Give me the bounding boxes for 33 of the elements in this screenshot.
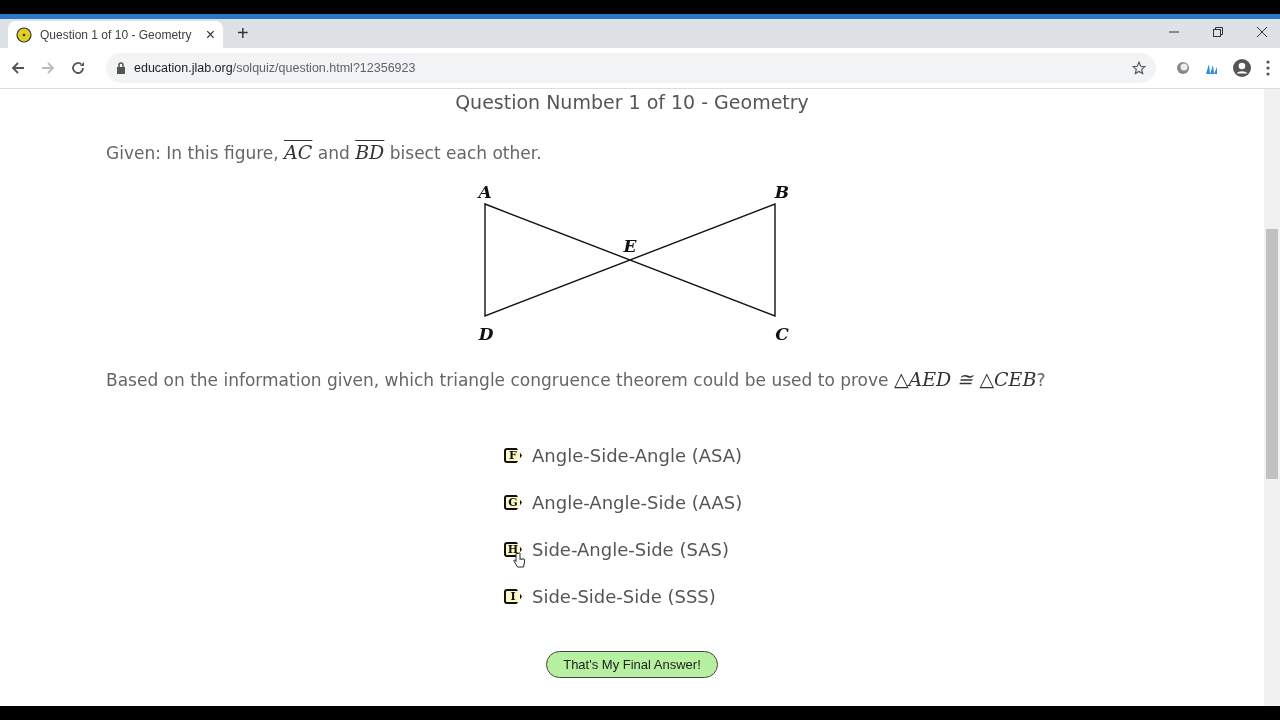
scrollbar-thumb[interactable] xyxy=(1266,229,1278,479)
browser-tab[interactable]: Question 1 of 10 - Geometry × xyxy=(8,21,223,48)
answer-choice[interactable]: Side-Angle-Side (SAS) xyxy=(532,539,729,560)
choice-letter[interactable]: I xyxy=(504,589,522,604)
hand-cursor-icon xyxy=(513,552,525,568)
extension-icon[interactable] xyxy=(1176,61,1190,75)
tab-title: Question 1 of 10 - Geometry xyxy=(40,27,193,42)
answer-choice[interactable]: Side-Side-Side (SSS) xyxy=(532,586,716,607)
question-heading: Question Number 1 of 10 - Geometry xyxy=(455,91,809,113)
profile-icon[interactable] xyxy=(1232,58,1252,78)
restore-icon[interactable] xyxy=(1212,26,1224,38)
point-label: B xyxy=(774,182,790,202)
close-icon[interactable] xyxy=(1256,26,1268,38)
star-icon[interactable] xyxy=(1132,61,1146,75)
answer-choice[interactable]: Angle-Side-Angle (ASA) xyxy=(532,445,743,466)
given-statement: Given: In this figure, AC and BD bisect each other. xyxy=(106,141,542,163)
new-tab-button[interactable]: + xyxy=(237,22,249,45)
point-label: D xyxy=(478,324,494,344)
lock-icon xyxy=(116,62,126,74)
final-answer-button[interactable]: That's My Final Answer! xyxy=(546,651,718,678)
point-label: C xyxy=(775,324,789,344)
back-icon[interactable] xyxy=(10,60,26,76)
favicon-icon xyxy=(16,26,32,43)
address-bar[interactable]: education.jlab.org/solquiz/question.html?12356923 xyxy=(106,53,1156,83)
menu-icon[interactable] xyxy=(1266,60,1270,76)
answer-choice[interactable]: Angle-Angle-Side (AAS) xyxy=(532,492,743,513)
question-text: Based on the information given, which triangle congruence theorem could be used to prove △AED ≅ △CEB? xyxy=(106,368,1046,390)
choice-letter[interactable]: G xyxy=(504,495,522,510)
point-label: E xyxy=(623,236,637,256)
reload-icon[interactable] xyxy=(70,60,86,76)
close-tab-button[interactable]: × xyxy=(205,25,215,44)
choice-letter[interactable]: F xyxy=(504,448,522,463)
point-label: A xyxy=(478,182,492,202)
